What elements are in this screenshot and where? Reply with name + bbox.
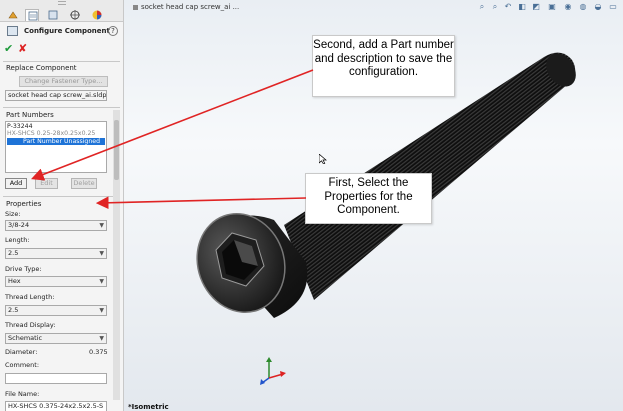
list-item[interactable]: HX-SHCS 0.25-28x0.25x0.25 xyxy=(7,130,95,137)
cancel-x-icon[interactable]: ✘ xyxy=(18,42,27,55)
size-label: Size: xyxy=(5,210,21,218)
size-value: 3/8-24 xyxy=(8,221,30,229)
scrollbar-thumb[interactable] xyxy=(114,120,119,180)
file-name-input[interactable]: HX-SHCS 0.375-24x2.5x2.5-S xyxy=(5,401,107,411)
chevron-down-icon: ▼ xyxy=(99,250,104,257)
configuration-manager-tab-icon[interactable] xyxy=(46,9,60,21)
length-value: 2.5 xyxy=(8,249,19,257)
change-fastener-type-button[interactable]: Change Fastener Type... xyxy=(19,76,108,87)
section-divider xyxy=(3,107,120,108)
chevron-down-icon: ▼ xyxy=(99,307,104,314)
drive-type-dropdown[interactable]: Hex ▼ xyxy=(5,276,107,287)
properties-heading: Properties xyxy=(6,200,42,208)
thread-display-label: Thread Display: xyxy=(5,321,56,329)
display-manager-tab-icon[interactable] xyxy=(90,9,104,21)
part-numbers-heading: Part Numbers xyxy=(6,111,54,119)
help-icon[interactable]: ? xyxy=(108,26,118,36)
property-manager-tab-icon[interactable] xyxy=(25,9,39,21)
size-dropdown[interactable]: 3/8-24 ▼ xyxy=(5,220,107,231)
ok-checkmark-icon[interactable]: ✔ xyxy=(4,42,13,55)
panel-title: Configure Component xyxy=(24,27,110,35)
length-label: Length: xyxy=(5,236,30,244)
chevron-down-icon: ▼ xyxy=(99,222,104,229)
callout-first-step: First, Select the Properties for the Com… xyxy=(305,173,432,224)
view-orientation-label: *Isometric xyxy=(128,403,169,411)
thread-length-value: 2.5 xyxy=(8,306,19,314)
configure-component-icon xyxy=(7,26,18,36)
diameter-value: 0.375 xyxy=(89,348,108,356)
dimxpert-tab-icon[interactable] xyxy=(68,9,82,21)
panel-tabs xyxy=(0,0,123,22)
panel-header: Configure Component ? xyxy=(0,22,123,40)
thread-length-dropdown[interactable]: 2.5 ▼ xyxy=(5,305,107,316)
panel-scrollbar[interactable] xyxy=(113,110,120,400)
property-manager-panel: Configure Component ? ✔ ✘ Replace Compon… xyxy=(0,0,124,411)
part-numbers-list[interactable]: P-33244 HX-SHCS 0.25-28x0.25x0.25 Part N… xyxy=(5,121,107,173)
length-dropdown[interactable]: 2.5 ▼ xyxy=(5,248,107,259)
panel-grip[interactable] xyxy=(58,1,66,5)
edit-button[interactable]: Edit xyxy=(35,178,58,189)
delete-button[interactable]: Delete xyxy=(71,178,97,189)
component-file-field[interactable]: socket head cap screw_ai.sldprt xyxy=(5,90,107,101)
callout-second-step: Second, add a Part number and descriptio… xyxy=(312,35,455,97)
chevron-down-icon: ▼ xyxy=(99,278,104,285)
drive-type-value: Hex xyxy=(8,277,21,285)
diameter-label: Diameter: xyxy=(5,348,38,356)
list-item-selected[interactable]: Part Number Unassigned xyxy=(7,138,105,145)
replace-component-heading: Replace Component xyxy=(6,64,77,72)
feature-manager-tab-icon[interactable] xyxy=(6,9,20,21)
section-divider xyxy=(3,61,120,62)
thread-display-dropdown[interactable]: Schematic ▼ xyxy=(5,333,107,344)
mouse-cursor-icon xyxy=(319,154,327,164)
section-divider xyxy=(3,196,120,197)
comment-label: Comment: xyxy=(5,361,40,369)
coordinate-triad-icon xyxy=(260,357,286,385)
thread-length-label: Thread Length: xyxy=(5,293,55,301)
thread-display-value: Schematic xyxy=(8,334,43,342)
drive-type-label: Drive Type: xyxy=(5,265,42,273)
comment-input[interactable] xyxy=(5,373,107,384)
add-button[interactable]: Add xyxy=(5,178,27,189)
list-item[interactable]: P-33244 xyxy=(7,123,33,130)
chevron-down-icon: ▼ xyxy=(99,335,104,342)
graphics-viewport[interactable]: socket head cap screw_ai ... ⌕ ⌕ ↶ ◧ ◩ ▣… xyxy=(124,0,623,411)
file-name-label: File Name: xyxy=(5,390,40,398)
